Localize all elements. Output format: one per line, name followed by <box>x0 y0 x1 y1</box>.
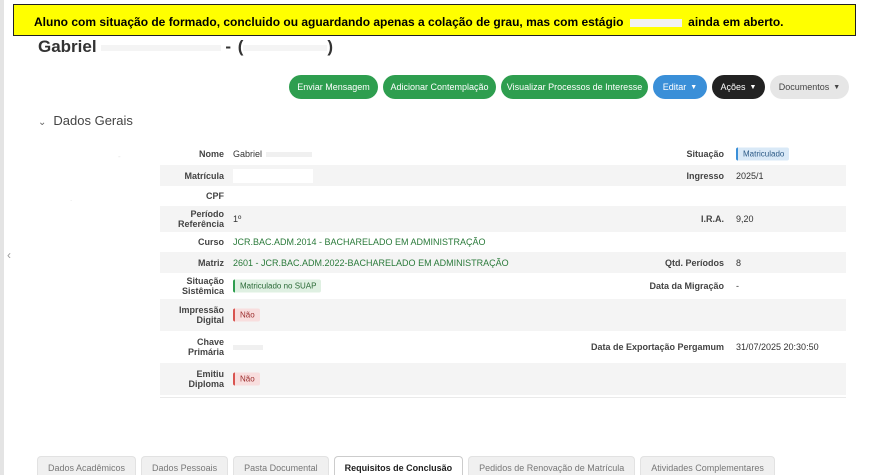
actions-button-label: Ações <box>720 82 746 92</box>
title-separator: - <box>225 37 231 56</box>
caret-down-icon: ▼ <box>749 83 757 91</box>
row-cpf: CPF <box>160 186 846 206</box>
redacted-key <box>233 345 263 351</box>
alert-text-start: Aluno com situação de formado, concluido… <box>34 15 624 29</box>
label-cpf: CPF <box>206 191 224 201</box>
value-periodo: 1º <box>233 214 242 224</box>
action-bar: Enviar Mensagem Adicionar Contemplação V… <box>289 75 849 99</box>
label-situacao-sistemica: Situação Sistêmica <box>160 276 224 296</box>
redacted-matricula <box>233 168 313 183</box>
student-first-name: Gabriel <box>38 37 97 56</box>
label-impressao-2: Digital <box>196 315 224 325</box>
label-chave-1: Chave <box>196 337 224 347</box>
status-badge: Matriculado <box>736 147 790 161</box>
row-nome: Nome Gabriel Situação Matriculado <box>160 143 846 165</box>
value-matricula <box>233 168 313 183</box>
label-sit-sis-2: Sistêmica <box>181 286 224 296</box>
section-header[interactable]: ⌄ Dados Gerais <box>38 113 133 128</box>
label-chave-2: Primária <box>187 347 224 357</box>
status-badge: Matriculado no SUAP <box>233 279 322 293</box>
edit-button-label: Editar <box>662 82 687 92</box>
value-nome-text: Gabriel <box>233 149 263 159</box>
tab-requisitos-conclusao[interactable]: Requisitos de Conclusão <box>333 456 464 475</box>
edit-button[interactable]: Editar ▼ <box>653 75 707 99</box>
label-curso: Curso <box>197 237 224 247</box>
row-matricula: Matrícula Ingresso 2025/1 <box>160 165 846 186</box>
value-nome: Gabriel <box>233 149 313 159</box>
label-data-exportacao: Data de Exportação Pergamum <box>590 342 724 352</box>
status-badge: Não <box>233 308 260 322</box>
row-matriz: Matriz 2601 - JCR.BAC.ADM.2022-BACHARELA… <box>160 252 846 273</box>
label-ira: I.R.A. <box>700 214 724 224</box>
label-periodo-2: Referência <box>177 219 224 229</box>
label-periodo-1: Período <box>190 209 224 219</box>
redacted-text <box>629 18 682 27</box>
redacted-name <box>266 152 313 158</box>
label-emitiu-diploma: Emitiu Diploma <box>160 369 224 389</box>
row-curso: Curso JCR.BAC.ADM.2014 - BACHARELADO EM … <box>160 232 846 252</box>
value-situacao-sistemica: Matriculado no SUAP <box>233 279 322 293</box>
row-emitiu-diploma: Emitiu Diploma Não <box>160 363 846 395</box>
add-contemplation-button[interactable]: Adicionar Contemplação <box>383 75 496 99</box>
label-periodo: Período Referência <box>160 209 224 229</box>
value-ira: 9,20 <box>736 214 754 224</box>
redacted-registration <box>243 44 328 51</box>
caret-down-icon: ▼ <box>833 83 841 91</box>
label-qtd-periodos: Qtd. Períodos <box>664 257 724 268</box>
title-close-paren: ) <box>327 37 334 56</box>
value-curso-link[interactable]: JCR.BAC.ADM.2014 - BACHARELADO EM ADMINI… <box>233 237 486 247</box>
label-emitiu-1: Emitiu <box>196 369 224 379</box>
row-situacao-sistemica: Situação Sistêmica Matriculado no SUAP Da… <box>160 273 846 299</box>
faint-mark: - <box>118 152 121 161</box>
left-sidebar-edge <box>0 0 4 475</box>
documents-button[interactable]: Documentos ▼ <box>770 75 849 99</box>
redacted-surname <box>100 44 221 51</box>
value-data-migracao: - <box>736 281 739 291</box>
alert-text-end: ainda em aberto. <box>688 15 784 29</box>
value-chave-primaria <box>233 342 263 352</box>
page: ‹ Aluno com situação de formado, conclui… <box>0 0 869 475</box>
page-title: Gabriel - () <box>38 37 333 57</box>
value-matriz-link[interactable]: 2601 - JCR.BAC.ADM.2022-BACHARELADO EM A… <box>233 258 509 268</box>
view-processes-button[interactable]: Visualizar Processos de Interesse <box>501 75 648 99</box>
label-ingresso: Ingresso <box>686 170 724 181</box>
tab-dados-pessoais[interactable]: Dados Pessoais <box>141 456 229 475</box>
alert-banner: Aluno com situação de formado, concluido… <box>13 4 856 36</box>
label-data-migracao: Data da Migração <box>649 281 724 291</box>
label-matriz: Matriz <box>197 257 224 268</box>
send-message-button[interactable]: Enviar Mensagem <box>289 75 378 99</box>
label-chave-primaria: Chave Primária <box>160 337 224 357</box>
tab-pedidos-renovacao[interactable]: Pedidos de Renovação de Matrícula <box>468 456 636 475</box>
value-impressao-digital: Não <box>233 308 260 322</box>
section-title: Dados Gerais <box>53 113 133 128</box>
documents-button-label: Documentos <box>778 82 830 92</box>
label-nome: Nome <box>198 149 224 159</box>
faint-mark: . <box>70 194 73 203</box>
tab-pasta-documental[interactable]: Pasta Documental <box>233 456 329 475</box>
label-emitiu-2: Diploma <box>188 379 224 389</box>
value-ingresso: 2025/1 <box>736 170 764 181</box>
label-impressao-1: Impressão <box>178 305 224 315</box>
value-qtd-periodos: 8 <box>736 257 742 268</box>
tab-bar: Dados Acadêmicos Dados Pessoais Pasta Do… <box>37 456 775 475</box>
value-data-exportacao: 31/07/2025 20:30:50 <box>736 342 819 352</box>
row-chave-primaria: Chave Primária Data de Exportação Pergamu… <box>160 331 846 363</box>
general-data-grid: Nome Gabriel Situação Matriculado Matríc… <box>160 143 846 395</box>
label-situacao: Situação <box>686 149 724 159</box>
row-periodo: Período Referência 1º I.R.A. 9,20 <box>160 206 846 232</box>
caret-down-icon: ▼ <box>690 83 698 91</box>
status-badge: Não <box>233 372 260 386</box>
label-matricula: Matrícula <box>184 170 224 181</box>
tab-dados-academicos[interactable]: Dados Acadêmicos <box>37 456 137 475</box>
label-impressao-digital: Impressão Digital <box>160 305 224 325</box>
chevron-down-icon[interactable]: ⌄ <box>38 117 46 128</box>
label-sit-sis-1: Situação <box>186 276 224 286</box>
chevron-left-icon[interactable]: ‹ <box>7 248 11 262</box>
value-situacao: Matriculado <box>736 147 790 161</box>
actions-button[interactable]: Ações ▼ <box>712 75 765 99</box>
row-impressao-digital: Impressão Digital Não <box>160 299 846 331</box>
value-emitiu-diploma: Não <box>233 372 260 386</box>
divider <box>160 397 846 398</box>
tab-atividades-complementares[interactable]: Atividades Complementares <box>640 456 775 475</box>
